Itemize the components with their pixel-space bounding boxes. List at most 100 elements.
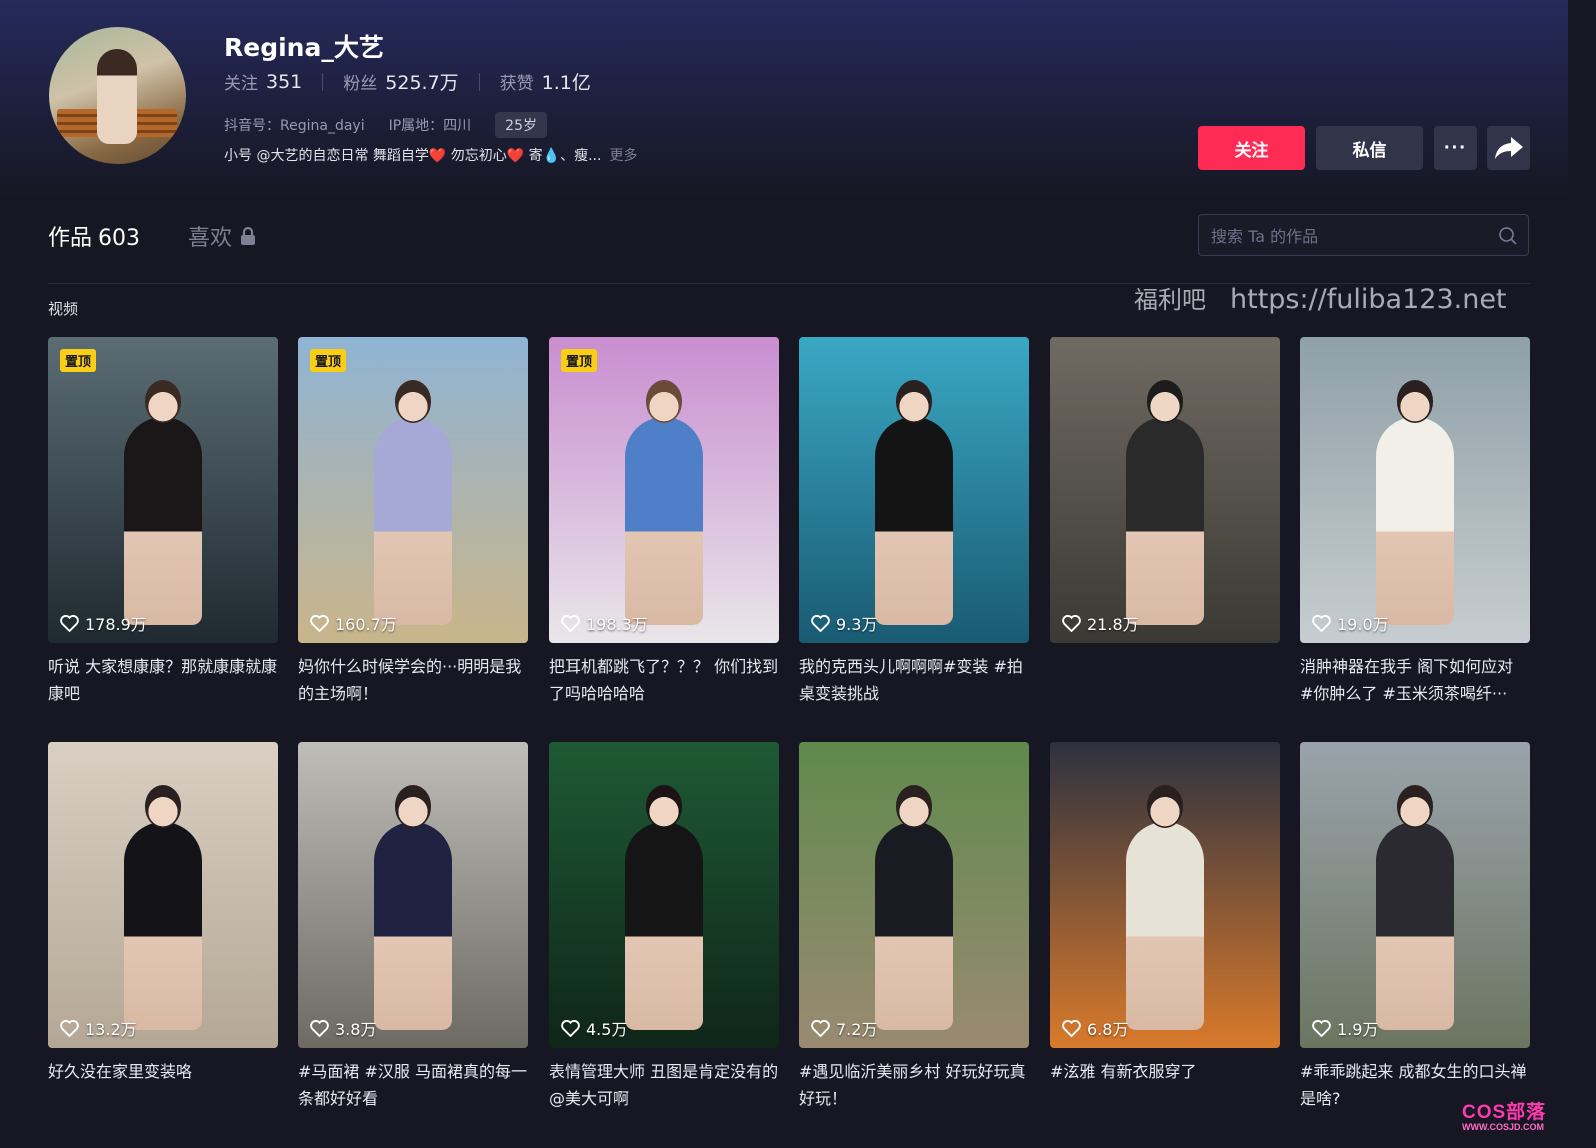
video-card[interactable]: 1.9万 #乖乖跳起来 成都女生的口头禅是啥?	[1300, 742, 1530, 1112]
thumbnail-figure	[1375, 821, 1455, 1030]
search-box	[1198, 214, 1529, 257]
avatar[interactable]	[49, 27, 186, 164]
heart-icon	[1312, 1019, 1331, 1037]
video-thumbnail[interactable]: 19.0万	[1300, 337, 1530, 643]
thumbnail-figure-head	[394, 379, 432, 423]
thumbnail-figure	[874, 416, 954, 625]
thumbnail-figure-head	[1396, 379, 1434, 423]
heart-icon	[310, 614, 329, 632]
more-options-button[interactable]: ···	[1434, 126, 1477, 170]
video-card[interactable]: 21.8万	[1050, 337, 1280, 707]
tab-likes-label: 喜欢	[188, 226, 233, 251]
video-caption[interactable]: 听说 大家想康康？那就康康就康康吧	[48, 653, 278, 707]
stat-divider	[322, 72, 324, 91]
follow-button[interactable]: 关注	[1198, 126, 1305, 170]
heart-icon	[60, 1019, 79, 1037]
video-thumbnail[interactable]: 3.8万	[298, 742, 528, 1048]
video-likes: 6.8万	[1062, 1016, 1128, 1040]
thumbnail-figure-head	[1146, 379, 1184, 423]
video-caption[interactable]: 妈你什么时候学会的···明明是我的主场啊！	[298, 653, 528, 707]
video-thumbnail[interactable]: 置顶 160.7万	[298, 337, 528, 643]
video-likes: 1.9万	[1312, 1016, 1378, 1040]
video-caption[interactable]: 表情管理大师 丑图是肯定没有的@美大可啊	[549, 1058, 779, 1112]
video-thumbnail[interactable]: 置顶 178.9万	[48, 337, 278, 643]
video-thumbnail[interactable]: 9.3万	[799, 337, 1029, 643]
video-card[interactable]: 13.2万好久没在家里变装咯	[48, 742, 278, 1112]
video-likes-count: 160.7万	[335, 615, 397, 634]
video-likes: 3.8万	[310, 1016, 376, 1040]
video-thumbnail[interactable]: 21.8万	[1050, 337, 1280, 643]
stat-followers[interactable]: 粉丝 525.7万	[343, 68, 458, 95]
tab-likes[interactable]: 喜欢	[188, 220, 256, 252]
video-caption[interactable]: 好久没在家里变装咯	[48, 1058, 278, 1112]
lock-icon	[241, 226, 256, 245]
video-thumbnail[interactable]: 6.8万	[1050, 742, 1280, 1048]
share-button[interactable]	[1487, 126, 1530, 170]
profile-meta: 抖音号：Regina_dayi IP属地：四川 25岁	[224, 112, 571, 138]
video-card[interactable]: 9.3万我的克西头儿啊啊啊#变装 #拍桌变装挑战	[799, 337, 1029, 707]
stat-divider	[478, 72, 480, 91]
video-likes-count: 9.3万	[836, 615, 878, 634]
username: Regina_大艺	[224, 33, 384, 62]
video-likes: 9.3万	[811, 611, 877, 635]
stat-value: 525.7万	[385, 72, 459, 94]
tab-works[interactable]: 作品 603	[48, 220, 140, 252]
avatar-person	[97, 49, 137, 144]
profile-stats: 关注 351 粉丝 525.7万 获赞 1.1亿	[224, 68, 591, 95]
video-card[interactable]: 置顶 178.9万听说 大家想康康？那就康康就康康吧	[48, 337, 278, 707]
douyin-id: 抖音号：Regina_dayi	[224, 118, 365, 134]
thumbnail-figure	[373, 821, 453, 1030]
search-input[interactable]	[1209, 215, 1493, 257]
video-card[interactable]: 19.0万消肿神器在我手 阁下如何应对 #你肿么了 #玉米须茶喝纤···	[1300, 337, 1530, 707]
video-thumbnail[interactable]: 13.2万	[48, 742, 278, 1048]
bio-more-link[interactable]: 更多	[609, 148, 637, 164]
thumbnail-figure	[1125, 416, 1205, 625]
thumbnail-figure	[373, 416, 453, 625]
video-likes-count: 7.2万	[836, 1020, 878, 1039]
video-caption[interactable]: #遇见临沂美丽乡村 好玩好玩真好玩！	[799, 1058, 1029, 1112]
heart-icon	[1062, 614, 1081, 632]
ip-location: IP属地：四川	[388, 118, 472, 134]
video-caption[interactable]: 消肿神器在我手 阁下如何应对 #你肿么了 #玉米须茶喝纤···	[1300, 653, 1530, 707]
video-likes-count: 21.8万	[1087, 615, 1139, 634]
video-card[interactable]: 7.2万 #遇见临沂美丽乡村 好玩好玩真好玩！	[799, 742, 1029, 1112]
video-caption[interactable]: 把耳机都跳飞了？？？ 你们找到了吗哈哈哈哈	[549, 653, 779, 707]
bio-text: 小号 @大艺的自恋日常 舞蹈自学❤️ 勿忘初心❤️ 寄💧、瘦...	[224, 148, 602, 164]
video-likes-count: 6.8万	[1087, 1020, 1129, 1039]
video-likes: 178.9万	[60, 611, 147, 635]
video-card[interactable]: 置顶 160.7万妈你什么时候学会的···明明是我的主场啊！	[298, 337, 528, 707]
video-likes-count: 13.2万	[85, 1020, 137, 1039]
heart-icon	[561, 614, 580, 632]
video-caption[interactable]: #马面裙 #汉服 马面裙真的每一条都好好看	[298, 1058, 528, 1112]
video-thumbnail[interactable]: 4.5万	[549, 742, 779, 1048]
search-icon[interactable]	[1498, 226, 1518, 246]
video-caption[interactable]: #泫雅 有新衣服穿了	[1050, 1058, 1280, 1112]
corner-logo: COS部落 WWW.COSJD.COM	[1462, 1097, 1546, 1132]
video-card[interactable]: 3.8万 #马面裙 #汉服 马面裙真的每一条都好好看	[298, 742, 528, 1112]
thumbnail-figure-head	[1146, 784, 1184, 828]
pinned-badge: 置顶	[561, 349, 598, 372]
video-caption[interactable]	[1050, 653, 1280, 707]
video-card[interactable]: 6.8万 #泫雅 有新衣服穿了	[1050, 742, 1280, 1112]
video-thumbnail[interactable]: 置顶 198.3万	[549, 337, 779, 643]
stat-value: 351	[266, 70, 303, 93]
video-likes: 21.8万	[1062, 611, 1139, 635]
heart-icon	[60, 614, 79, 632]
video-thumbnail[interactable]: 7.2万	[799, 742, 1029, 1048]
stat-following[interactable]: 关注 351	[224, 69, 303, 95]
share-icon	[1494, 137, 1523, 159]
heart-icon	[811, 1019, 830, 1037]
message-button[interactable]: 私信	[1316, 126, 1423, 170]
thumbnail-figure-head	[895, 784, 933, 828]
video-thumbnail[interactable]: 1.9万	[1300, 742, 1530, 1048]
video-likes-count: 198.3万	[586, 615, 648, 634]
bio: 小号 @大艺的自恋日常 舞蹈自学❤️ 勿忘初心❤️ 寄💧、瘦... 更多	[224, 145, 637, 165]
video-card[interactable]: 置顶 198.3万把耳机都跳飞了？？？ 你们找到了吗哈哈哈哈	[549, 337, 779, 707]
video-likes-count: 1.9万	[1337, 1020, 1379, 1039]
heart-icon	[1062, 1019, 1081, 1037]
watermark: 福利吧 https://fuliba123.net	[1134, 280, 1507, 315]
thumbnail-figure	[874, 821, 954, 1030]
video-card[interactable]: 4.5万表情管理大师 丑图是肯定没有的@美大可啊	[549, 742, 779, 1112]
video-likes-count: 19.0万	[1337, 615, 1389, 634]
video-caption[interactable]: 我的克西头儿啊啊啊#变装 #拍桌变装挑战	[799, 653, 1029, 707]
